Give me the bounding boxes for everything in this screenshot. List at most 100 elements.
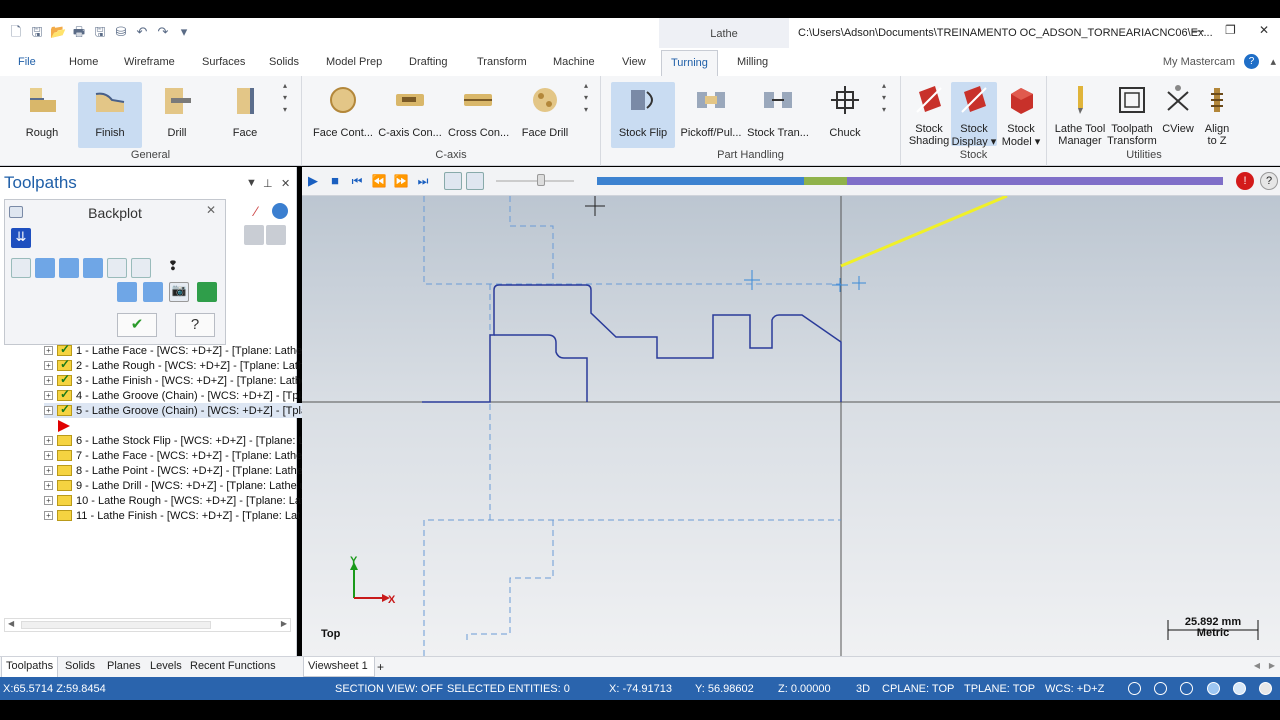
panel-close-icon[interactable]: ✕ — [281, 177, 290, 190]
tree-row[interactable]: +1 - Lathe Face - [WCS: +D+Z] - [Tplane:… — [44, 342, 302, 358]
toolbar-grid-icon[interactable] — [244, 225, 264, 245]
trace-display-icon[interactable] — [143, 282, 163, 302]
print-icon[interactable]: 🖶 — [71, 24, 87, 40]
expand-toggle-icon[interactable]: + — [44, 406, 53, 415]
merge-icon[interactable]: ⛁ — [113, 24, 129, 40]
options-icon[interactable] — [466, 172, 484, 190]
panel-menu-icon[interactable]: ▼ — [246, 177, 257, 189]
cross-contour-button[interactable]: Cross Con... — [448, 82, 509, 139]
expand-toggle-icon[interactable]: + — [44, 496, 53, 505]
mode-3d[interactable]: 3D — [856, 683, 870, 695]
camera-icon[interactable]: 📷 — [169, 282, 189, 302]
toolbar-edit-icon[interactable]: ⁄ — [246, 203, 266, 223]
tree-horizontal-scrollbar[interactable]: ◀ ▶ — [4, 618, 291, 632]
add-viewsheet-button[interactable]: + — [377, 660, 384, 674]
scroll-thumb[interactable] — [21, 621, 211, 629]
tree-row[interactable]: +7 - Lathe Face - [WCS: +D+Z] - [Tplane:… — [44, 448, 302, 463]
tab-model-prep[interactable]: Model Prep — [326, 56, 382, 68]
expand-toggle-icon[interactable]: + — [44, 466, 53, 475]
show-entity-icon[interactable] — [107, 258, 127, 278]
tree-row[interactable]: +3 - Lathe Finish - [WCS: +D+Z] - [Tplan… — [44, 372, 307, 388]
globe-icon[interactable] — [1128, 682, 1141, 695]
tab-home[interactable]: Home — [69, 56, 98, 68]
face-button[interactable]: Face — [222, 82, 268, 139]
lathe-tool-manager-button[interactable]: Lathe Tool Manager — [1053, 82, 1107, 147]
help-icon[interactable]: ? — [1244, 54, 1259, 69]
tree-row[interactable]: +2 - Lathe Rough - [WCS: +D+Z] - [Tplane… — [44, 357, 304, 373]
section-view-toggle[interactable]: SECTION VIEW: OFF — [335, 683, 443, 695]
stock-flip-button[interactable]: Stock Flip — [611, 82, 675, 148]
translucent-sphere-icon[interactable] — [1233, 682, 1246, 695]
tab-planes[interactable]: Planes — [107, 660, 141, 672]
stock-model-button[interactable]: Stock Model ▾ — [999, 82, 1043, 148]
minimize-button[interactable]: — — [1192, 23, 1204, 37]
tree-row[interactable]: +6 - Lathe Stock Flip - [WCS: +D+Z] - [T… — [44, 433, 305, 448]
stop-icon[interactable]: ■ — [326, 172, 344, 190]
drill-button[interactable]: Drill — [150, 82, 204, 139]
c-axis-contour-button[interactable]: C-axis Con... — [378, 82, 442, 139]
pickoff-button[interactable]: Pickoff/Pul... — [679, 82, 743, 139]
toolbar-info-icon[interactable] — [272, 203, 288, 219]
tab-milling[interactable]: Milling — [737, 56, 768, 68]
stock-shading-button[interactable]: Stock Shading — [907, 82, 951, 147]
tab-solids-manager[interactable]: Solids — [65, 660, 95, 672]
speed-slider[interactable] — [496, 180, 574, 182]
show-endpoints-icon[interactable] — [131, 258, 151, 278]
material-sphere-icon[interactable] — [1259, 682, 1272, 695]
face-contour-button[interactable]: Face Cont... — [312, 82, 374, 139]
speed-slider-thumb[interactable] — [537, 174, 545, 186]
expand-toggle-icon[interactable]: + — [44, 361, 53, 370]
save-as-icon[interactable]: 🖫 — [92, 24, 108, 40]
viewsheet-tab[interactable]: Viewsheet 1 — [303, 657, 375, 677]
tree-row[interactable]: +11 - Lathe Finish - [WCS: +D+Z] - [Tpla… — [44, 508, 300, 523]
open-icon[interactable]: 📂 — [50, 24, 66, 40]
show-path-icon[interactable] — [11, 258, 31, 278]
close-button[interactable]: ✕ — [1259, 23, 1269, 37]
toolbar-settings-icon[interactable] — [266, 225, 286, 245]
new-file-icon[interactable]: 🗋 — [8, 24, 24, 40]
tab-file[interactable]: File — [18, 56, 36, 68]
show-tool-icon[interactable] — [35, 258, 55, 278]
maximize-button[interactable]: ❐ — [1225, 23, 1236, 37]
tab-toolpaths[interactable]: Toolpaths — [1, 657, 59, 678]
my-mastercam-link[interactable]: My Mastercam — [1163, 56, 1235, 68]
ribbon-collapse-icon[interactable]: ▴ — [1270, 55, 1276, 68]
align-to-z-button[interactable]: Align to Z — [1199, 82, 1235, 147]
part-handling-gallery-scroll[interactable]: ▴ ▾ ▾ — [882, 80, 886, 116]
track-icon[interactable] — [444, 172, 462, 190]
selected-entities[interactable]: SELECTED ENTITIES: 0 — [447, 683, 570, 695]
wireframe-globe-icon[interactable] — [1154, 682, 1167, 695]
finish-button[interactable]: Finish — [78, 82, 142, 148]
graphics-viewport[interactable]: Y X Top 25.892 mm Metric — [302, 196, 1280, 656]
show-rapid-icon[interactable] — [83, 258, 103, 278]
tab-solids[interactable]: Solids — [269, 56, 299, 68]
wcs-status[interactable]: WCS: +D+Z — [1045, 683, 1104, 695]
expand-toggle-icon[interactable]: + — [44, 436, 53, 445]
timeline-progress-bar[interactable] — [597, 177, 1223, 185]
step-back-icon[interactable]: ⏪ — [370, 172, 388, 190]
tab-view[interactable]: View — [622, 56, 646, 68]
sheet-scroll-left-icon[interactable]: ◀ — [1254, 661, 1260, 670]
go-to-end-icon[interactable]: ⏭ — [414, 172, 432, 190]
chuck-button[interactable]: Chuck — [823, 82, 867, 139]
step-display-icon[interactable] — [117, 282, 137, 302]
face-drill-button[interactable]: Face Drill — [518, 82, 572, 139]
expand-icon[interactable]: ⇊ — [11, 228, 31, 248]
insert-arrow[interactable] — [58, 418, 70, 433]
step-forward-icon[interactable]: ⏩ — [392, 172, 410, 190]
tab-recent-functions[interactable]: Recent Functions — [190, 660, 276, 672]
playback-help-icon[interactable]: ? — [1260, 172, 1278, 190]
tree-row[interactable]: +10 - Lathe Rough - [WCS: +D+Z] - [Tplan… — [44, 493, 304, 508]
panel-pin-icon[interactable]: ⊥ — [263, 177, 273, 190]
save-geometry-icon[interactable] — [197, 282, 217, 302]
go-to-start-icon[interactable]: ⏮ — [348, 172, 366, 190]
cview-button[interactable]: CView — [1159, 82, 1197, 135]
sheet-scroll-right-icon[interactable]: ▶ — [1269, 661, 1275, 670]
tab-transform[interactable]: Transform — [477, 56, 527, 68]
expand-toggle-icon[interactable]: + — [44, 451, 53, 460]
redo-icon[interactable]: ↷ — [155, 24, 171, 40]
tab-drafting[interactable]: Drafting — [409, 56, 448, 68]
tree-row[interactable]: +5 - Lathe Groove (Chain) - [WCS: +D+Z] … — [44, 402, 308, 418]
tree-row[interactable]: +9 - Lathe Drill - [WCS: +D+Z] - [Tplane… — [44, 478, 306, 493]
toolpath-transform-button[interactable]: Toolpath Transform — [1107, 82, 1157, 147]
